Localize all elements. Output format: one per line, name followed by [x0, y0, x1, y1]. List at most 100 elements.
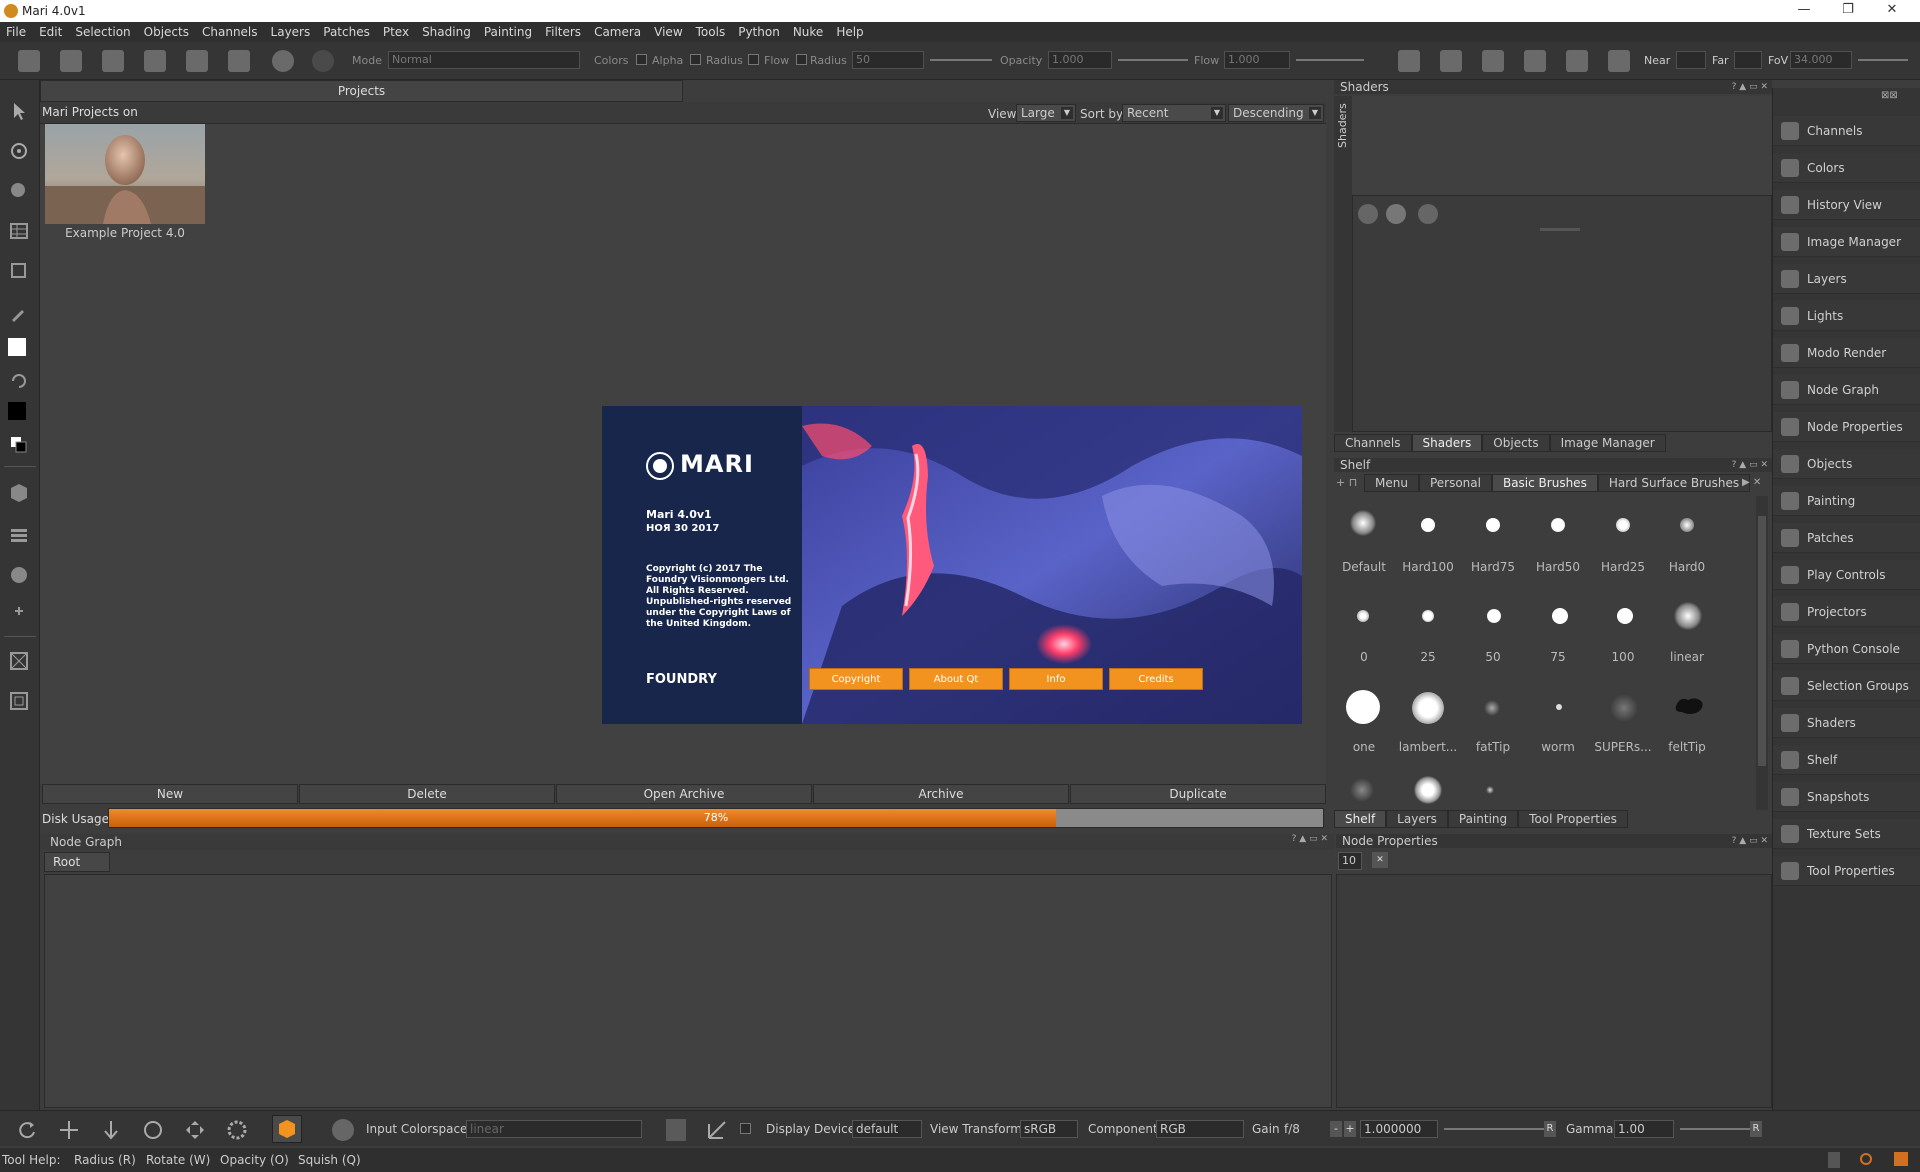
lighting-icon[interactable]: [1608, 50, 1630, 72]
orbit-view-icon[interactable]: [142, 1119, 164, 1141]
shelf-scroll-right-icon[interactable]: ▶ ✕: [1742, 474, 1770, 492]
display-device-select[interactable]: default: [852, 1120, 922, 1138]
tab-root[interactable]: Root: [44, 852, 110, 872]
camera-front-icon[interactable]: [1398, 50, 1420, 72]
brush-0-icon[interactable]: [1357, 610, 1369, 622]
document-icon[interactable]: [666, 1119, 686, 1141]
palette-controls-icon[interactable]: ⊠⊠: [1881, 90, 1898, 101]
gain-field[interactable]: 1.000000: [1360, 1120, 1438, 1138]
menu-file[interactable]: File: [6, 25, 26, 39]
palette-item-patches[interactable]: Patches: [1773, 523, 1920, 553]
remove-shader-icon[interactable]: [1418, 204, 1438, 224]
palette-item-history-view[interactable]: History View: [1773, 190, 1920, 220]
move-view-icon[interactable]: [184, 1119, 206, 1141]
menu-python[interactable]: Python: [738, 25, 780, 39]
fov-slider[interactable]: [1858, 59, 1908, 61]
tab-basic-brushes[interactable]: Basic Brushes: [1491, 474, 1598, 492]
brush-one-icon[interactable]: [1346, 690, 1380, 724]
reset-view-icon[interactable]: [226, 1119, 248, 1141]
bake-tool-icon[interactable]: [8, 524, 30, 546]
brush-hard50-icon[interactable]: [1551, 518, 1565, 532]
brush-extra-icon[interactable]: [1414, 776, 1442, 804]
panel-controls-icon[interactable]: ? ▲ ▭ ✕: [1732, 80, 1768, 94]
about-qt-button[interactable]: About Qt: [909, 668, 1003, 690]
duplicate-button[interactable]: Duplicate: [1070, 784, 1326, 804]
radius-checkbox[interactable]: [748, 54, 759, 65]
background-color-swatch[interactable]: [8, 402, 26, 420]
new-file-icon[interactable]: [18, 50, 40, 72]
shaders-list[interactable]: [1352, 96, 1772, 196]
panel-controls-icon[interactable]: ? ▲ ▭ ✕: [1732, 458, 1768, 472]
tab-personal[interactable]: Personal: [1418, 474, 1492, 492]
paint-tool-icon[interactable]: [8, 180, 30, 202]
open-archive-button[interactable]: Open Archive: [556, 784, 812, 804]
panel-controls-icon[interactable]: ? ▲ ▭ ✕: [1292, 834, 1328, 844]
eyedropper-icon[interactable]: [8, 302, 30, 324]
palette-item-node-properties[interactable]: Node Properties: [1773, 412, 1920, 442]
palette-item-layers[interactable]: Layers: [1773, 264, 1920, 294]
brush-hard100-icon[interactable]: [1421, 518, 1435, 532]
gamma-field[interactable]: 1.00: [1614, 1120, 1674, 1138]
node-graph-canvas[interactable]: [44, 874, 1332, 1108]
brush-preview-icon[interactable]: [312, 50, 334, 72]
flow-slider[interactable]: [1296, 59, 1364, 61]
brush-fattip-icon[interactable]: [1484, 700, 1500, 716]
palette-item-texture-sets[interactable]: Texture Sets: [1773, 819, 1920, 849]
brush-target-icon[interactable]: [272, 50, 294, 72]
gamma-slider[interactable]: [1680, 1128, 1750, 1130]
far-field[interactable]: [1734, 51, 1762, 69]
tab-projects[interactable]: Projects: [40, 80, 683, 102]
tab-painting[interactable]: Painting: [1447, 810, 1519, 828]
gain-reset-button[interactable]: R: [1544, 1121, 1556, 1137]
brush-25-icon[interactable]: [1422, 610, 1434, 622]
palette-item-colors[interactable]: Colors: [1773, 153, 1920, 183]
palette-item-snapshots[interactable]: Snapshots: [1773, 782, 1920, 812]
shaders-side-tab[interactable]: Shaders: [1334, 96, 1352, 432]
menu-objects[interactable]: Objects: [144, 25, 189, 39]
opacity-field[interactable]: 1.000: [1048, 51, 1112, 69]
maximize-button[interactable]: ❐: [1828, 2, 1868, 17]
radius-field[interactable]: 50: [852, 51, 924, 69]
archive-button[interactable]: Archive: [813, 784, 1069, 804]
info-button[interactable]: Info: [1009, 668, 1103, 690]
tab-channels[interactable]: Channels: [1334, 434, 1412, 452]
palette-item-channels[interactable]: Channels: [1773, 116, 1920, 146]
menu-camera[interactable]: Camera: [594, 25, 641, 39]
clear-icon[interactable]: ✕: [1372, 852, 1388, 868]
hexagon-toggle-button[interactable]: [272, 1115, 302, 1143]
palette-item-selection-groups[interactable]: Selection Groups: [1773, 671, 1920, 701]
order-select[interactable]: Descending ▼: [1228, 104, 1324, 122]
menu-edit[interactable]: Edit: [39, 25, 62, 39]
gain-slider[interactable]: [1444, 1128, 1544, 1130]
menu-shading[interactable]: Shading: [422, 25, 471, 39]
tab-tool-properties[interactable]: Tool Properties: [1518, 810, 1628, 828]
gain-decrement-button[interactable]: -: [1330, 1121, 1342, 1137]
brush-default-icon[interactable]: [1350, 510, 1376, 536]
splitter-handle[interactable]: [1540, 228, 1580, 231]
menu-help[interactable]: Help: [836, 25, 863, 39]
shelf-scrollbar[interactable]: [1756, 496, 1768, 810]
camera-view-icon[interactable]: [1440, 50, 1462, 72]
cube-view-icon[interactable]: [1524, 50, 1546, 72]
palette-item-lights[interactable]: Lights: [1773, 301, 1920, 331]
brush-extra-icon[interactable]: [1350, 778, 1374, 802]
palette-item-image-manager[interactable]: Image Manager: [1773, 227, 1920, 257]
select-tool-icon[interactable]: [8, 100, 30, 122]
new-project-button[interactable]: New: [42, 784, 298, 804]
add-shader-icon[interactable]: [1358, 204, 1378, 224]
palette-item-node-graph[interactable]: Node Graph: [1773, 375, 1920, 405]
gain-increment-button[interactable]: +: [1344, 1121, 1356, 1137]
brush-lambert-icon[interactable]: [1412, 692, 1444, 724]
reset-colors-icon[interactable]: [8, 434, 30, 456]
mask-tool-icon[interactable]: [8, 650, 30, 672]
menu-painting[interactable]: Painting: [484, 25, 532, 39]
brush-linear-icon[interactable]: [1674, 602, 1702, 630]
brush-50-icon[interactable]: [1487, 609, 1501, 623]
paint-through-icon[interactable]: [8, 140, 30, 162]
flow-checkbox[interactable]: [796, 54, 807, 65]
curve-icon[interactable]: [706, 1119, 728, 1141]
transform-tool-icon[interactable]: [8, 260, 30, 282]
menu-filters[interactable]: Filters: [545, 25, 581, 39]
foreground-color-swatch[interactable]: [8, 338, 26, 356]
brush-hard75-icon[interactable]: [1486, 518, 1500, 532]
